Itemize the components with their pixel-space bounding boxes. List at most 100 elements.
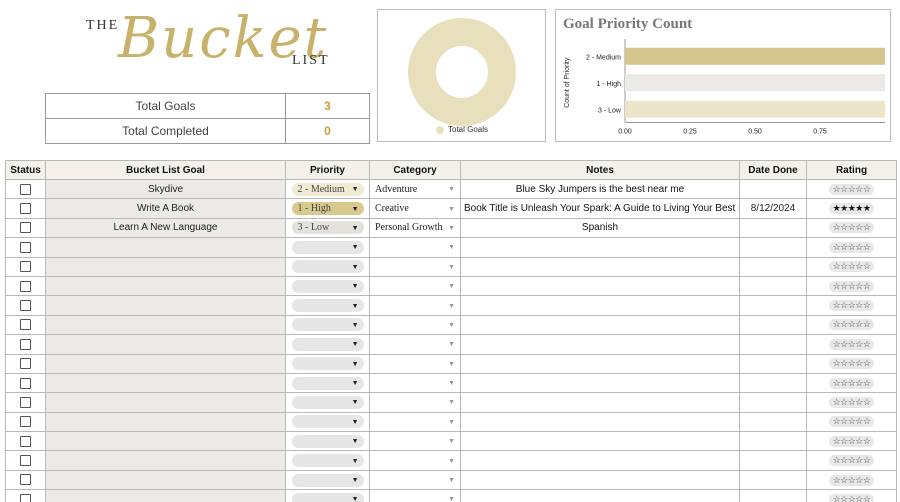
category-dropdown[interactable]: ▼ (373, 379, 457, 387)
rating-cell[interactable]: ☆☆☆☆☆ (806, 353, 897, 374)
status-cell[interactable] (5, 469, 46, 491)
category-dropdown[interactable]: ▼ (373, 263, 457, 271)
total-goals-donut-chart[interactable]: Total Goals (377, 9, 546, 142)
category-dropdown[interactable]: ▼ (373, 418, 457, 426)
priority-cell[interactable]: ▼ (285, 469, 370, 491)
total-completed-value[interactable]: 0 (285, 118, 370, 144)
rating-cell[interactable]: ★★★★★ (806, 198, 897, 219)
star-rating[interactable]: ★★★★★ (828, 203, 875, 215)
date-done-cell[interactable] (739, 275, 807, 297)
rating-cell[interactable]: ☆☆☆☆☆ (806, 275, 897, 297)
star-rating[interactable]: ☆☆☆☆☆ (828, 474, 875, 486)
goal-cell[interactable] (45, 489, 286, 502)
date-done-cell[interactable] (739, 450, 807, 471)
status-cell[interactable] (5, 275, 46, 297)
date-done-cell[interactable] (739, 178, 807, 200)
category-cell[interactable]: ▼ (369, 450, 461, 471)
status-cell[interactable] (5, 353, 46, 374)
goal-cell[interactable]: Skydive (45, 178, 286, 200)
category-dropdown[interactable]: ▼ (373, 476, 457, 484)
star-rating[interactable]: ☆☆☆☆☆ (828, 222, 875, 234)
priority-dropdown[interactable]: ▼ (291, 240, 364, 254)
goal-cell[interactable] (45, 372, 286, 394)
priority-cell[interactable]: ▼ (285, 489, 370, 502)
category-dropdown[interactable]: ▼ (373, 340, 457, 348)
star-rating[interactable]: ☆☆☆☆☆ (828, 280, 875, 292)
rating-cell[interactable]: ☆☆☆☆☆ (806, 431, 897, 452)
status-checkbox[interactable] (20, 338, 31, 350)
priority-dropdown[interactable]: ▼ (291, 299, 364, 313)
priority-dropdown[interactable]: ▼ (291, 357, 364, 371)
priority-cell[interactable]: 1 - High ▼ (285, 198, 370, 219)
notes-cell[interactable] (460, 372, 740, 394)
star-rating[interactable]: ☆☆☆☆☆ (828, 435, 875, 447)
goal-priority-count-chart[interactable]: Goal Priority Count 2 - Medium 1 - High 3 … (555, 9, 891, 142)
star-rating[interactable]: ☆☆☆☆☆ (828, 300, 875, 312)
goal-cell[interactable] (45, 392, 286, 413)
status-cell[interactable] (5, 450, 46, 471)
priority-cell[interactable]: ▼ (285, 392, 370, 413)
date-done-cell[interactable]: 8/12/2024 (739, 198, 807, 219)
goal-cell[interactable] (45, 237, 286, 258)
star-rating[interactable]: ☆☆☆☆☆ (828, 396, 875, 408)
notes-cell[interactable] (460, 469, 740, 491)
date-done-cell[interactable] (739, 489, 807, 502)
status-cell[interactable] (5, 372, 46, 394)
star-rating[interactable]: ☆☆☆☆☆ (828, 338, 875, 350)
status-checkbox[interactable] (20, 493, 31, 502)
notes-cell[interactable] (460, 489, 740, 502)
date-done-cell[interactable] (739, 334, 807, 355)
rating-cell[interactable]: ☆☆☆☆☆ (806, 450, 897, 471)
status-checkbox[interactable] (20, 396, 31, 408)
rating-cell[interactable]: ☆☆☆☆☆ (806, 178, 897, 200)
priority-dropdown[interactable]: ▼ (291, 473, 364, 487)
goal-cell[interactable] (45, 431, 286, 452)
notes-cell[interactable] (460, 392, 740, 413)
date-done-cell[interactable] (739, 237, 807, 258)
star-rating[interactable]: ☆☆☆☆☆ (828, 241, 875, 253)
status-checkbox[interactable] (20, 280, 31, 292)
priority-cell[interactable]: ▼ (285, 275, 370, 297)
rating-cell[interactable]: ☆☆☆☆☆ (806, 334, 897, 355)
goal-cell[interactable] (45, 275, 286, 297)
status-checkbox[interactable] (20, 299, 31, 311)
priority-dropdown[interactable]: ▼ (291, 434, 364, 448)
status-cell[interactable] (5, 178, 46, 200)
priority-dropdown[interactable]: ▼ (291, 415, 364, 429)
category-dropdown[interactable]: ▼ (373, 457, 457, 465)
date-done-cell[interactable] (739, 217, 807, 239)
status-checkbox[interactable] (20, 474, 31, 486)
star-rating[interactable]: ☆☆☆☆☆ (828, 377, 875, 389)
goal-cell[interactable] (45, 295, 286, 316)
rating-cell[interactable]: ☆☆☆☆☆ (806, 489, 897, 502)
status-cell[interactable] (5, 198, 46, 219)
notes-cell[interactable] (460, 353, 740, 374)
date-done-cell[interactable] (739, 431, 807, 452)
status-cell[interactable] (5, 314, 46, 336)
status-checkbox[interactable] (20, 416, 31, 428)
star-rating[interactable]: ☆☆☆☆☆ (828, 493, 875, 502)
star-rating[interactable]: ☆☆☆☆☆ (828, 416, 875, 428)
priority-cell[interactable]: ▼ (285, 353, 370, 374)
status-checkbox[interactable] (20, 435, 31, 447)
notes-cell[interactable]: Spanish (460, 217, 740, 239)
goal-cell[interactable] (45, 334, 286, 355)
notes-cell[interactable]: Blue Sky Jumpers is the best near me (460, 178, 740, 200)
priority-cell[interactable]: ▼ (285, 256, 370, 277)
goal-cell[interactable] (45, 314, 286, 336)
category-cell[interactable]: ▼ (369, 353, 461, 374)
notes-cell[interactable] (460, 450, 740, 471)
category-dropdown[interactable]: ▼ (373, 398, 457, 406)
category-dropdown[interactable]: ▼ (373, 243, 457, 251)
status-checkbox[interactable] (20, 222, 31, 234)
category-cell[interactable]: ▼ (369, 334, 461, 355)
status-cell[interactable] (5, 431, 46, 452)
category-cell[interactable]: ▼ (369, 256, 461, 277)
status-checkbox[interactable] (20, 455, 31, 467)
category-cell[interactable]: Creative ▼ (369, 198, 461, 219)
status-cell[interactable] (5, 217, 46, 239)
date-done-cell[interactable] (739, 353, 807, 374)
notes-cell[interactable] (460, 237, 740, 258)
priority-cell[interactable]: ▼ (285, 334, 370, 355)
category-cell[interactable]: ▼ (369, 295, 461, 316)
